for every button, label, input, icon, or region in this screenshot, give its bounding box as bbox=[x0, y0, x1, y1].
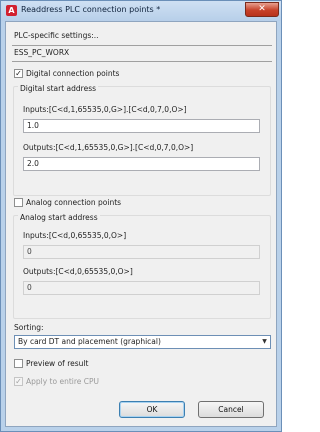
analog-group-title: Analog start address bbox=[18, 213, 100, 222]
analog-inputs-label: Inputs:[C<d,0,65535,0,O>] bbox=[23, 231, 127, 240]
digital-group bbox=[13, 86, 271, 196]
digital-inputs-field[interactable]: 1.0 bbox=[23, 119, 260, 133]
dialog-window: A Readdress PLC connection points * ✕ PL… bbox=[0, 0, 282, 432]
sorting-dropdown[interactable]: By card DT and placement (graphical) ▼ bbox=[14, 335, 271, 349]
cancel-button[interactable]: Cancel bbox=[198, 401, 264, 418]
analog-outputs-label: Outputs:[C<d,0,65535,0,O>] bbox=[23, 267, 133, 276]
sorting-selected-value: By card DT and placement (graphical) bbox=[18, 337, 161, 346]
window-title: Readdress PLC connection points * bbox=[21, 5, 161, 14]
ok-button[interactable]: OK bbox=[119, 401, 185, 418]
check-icon: ✓ bbox=[15, 377, 22, 386]
chevron-down-icon[interactable]: ▼ bbox=[260, 337, 269, 347]
apply-cpu-checkbox[interactable]: ✓ bbox=[14, 377, 23, 386]
digital-inputs-label: Inputs:[C<d,1,65535,0,G>].[C<d,0,7,0,O>] bbox=[23, 105, 187, 114]
separator bbox=[12, 45, 272, 46]
digital-group-title: Digital start address bbox=[18, 84, 99, 93]
analog-checkbox-label[interactable]: Analog connection points bbox=[26, 198, 121, 207]
digital-outputs-field[interactable]: 2.0 bbox=[23, 157, 260, 171]
app-logo-icon: A bbox=[6, 5, 17, 16]
digital-checkbox-label[interactable]: Digital connection points bbox=[26, 69, 119, 78]
digital-checkbox[interactable]: ✓ bbox=[14, 69, 23, 78]
title-bar[interactable]: A Readdress PLC connection points * ✕ bbox=[1, 1, 281, 21]
preview-checkbox-label[interactable]: Preview of result bbox=[26, 359, 88, 368]
analog-outputs-field[interactable]: 0 bbox=[23, 281, 260, 295]
plc-settings-label: PLC-specific settings:.. bbox=[14, 31, 99, 40]
dialog-body: PLC-specific settings:.. ESS_PC_WORX ✓ D… bbox=[5, 21, 277, 427]
sorting-label: Sorting: bbox=[14, 323, 44, 332]
plc-settings-value: ESS_PC_WORX bbox=[14, 48, 70, 57]
close-button[interactable]: ✕ bbox=[245, 2, 279, 17]
check-icon: ✓ bbox=[15, 69, 22, 78]
digital-outputs-label: Outputs:[C<d,1,65535,0,G>].[C<d,0,7,0,O>… bbox=[23, 143, 194, 152]
analog-checkbox[interactable] bbox=[14, 198, 23, 207]
apply-cpu-checkbox-label[interactable]: Apply to entire CPU bbox=[26, 377, 99, 386]
separator bbox=[12, 61, 272, 62]
preview-checkbox[interactable] bbox=[14, 359, 23, 368]
analog-inputs-field[interactable]: 0 bbox=[23, 245, 260, 259]
